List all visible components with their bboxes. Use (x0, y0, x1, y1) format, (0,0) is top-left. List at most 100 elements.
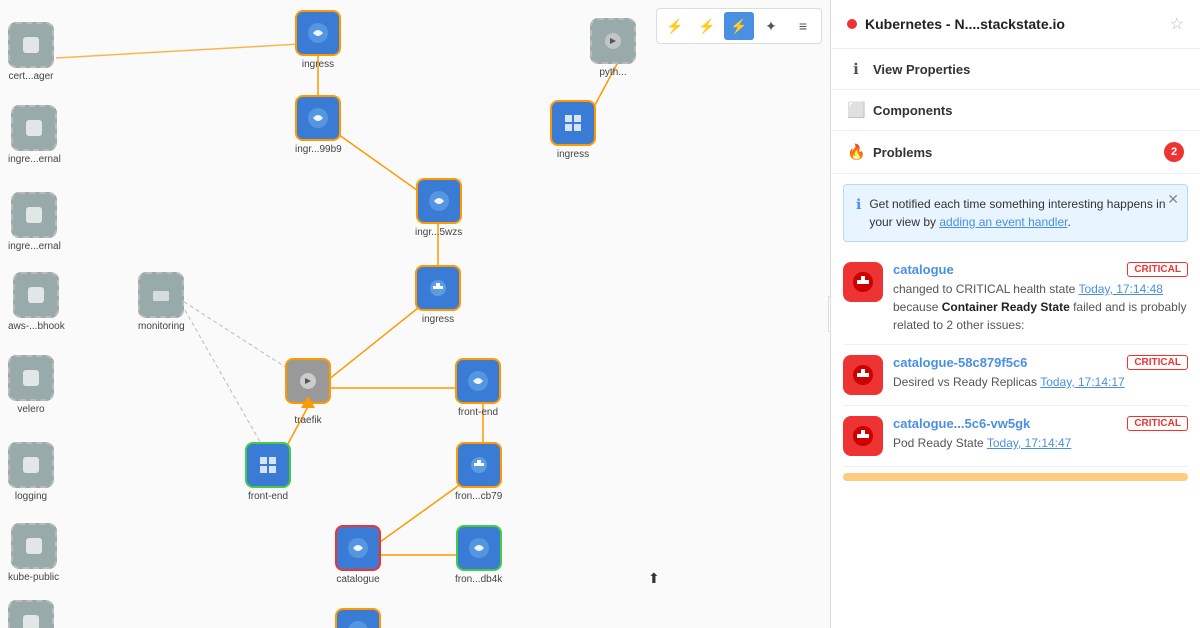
right-panel: Kubernetes - N....stackstate.io ☆ ℹ View… (830, 0, 1200, 628)
node-cata-f5c6[interactable]: cata...f5c6 (335, 608, 381, 628)
banner-text: Get notified each time something interes… (869, 195, 1175, 231)
components-label: Components (873, 103, 1184, 118)
problem-header-catalogue: catalogue CRITICAL (893, 262, 1188, 277)
node-frontend-left[interactable]: front-end (455, 358, 501, 418)
node-label-kube-public: kube-public (8, 572, 59, 583)
node-label-fron-db4k: fron...db4k (455, 574, 502, 585)
problem-content-catalogue-58c: catalogue-58c879f5c6 CRITICAL Desired vs… (893, 355, 1188, 395)
components-section[interactable]: ⬜ Components (831, 90, 1200, 131)
star-button[interactable]: ☆ (1170, 14, 1184, 34)
node-label-monitoring: monitoring (138, 321, 185, 332)
node-label-frontend-bottom-left: front-end (248, 491, 288, 502)
warning-triangle-icon (301, 396, 315, 408)
status-dot (847, 19, 857, 29)
node-label-ingress-5wzs: ingr...5wzs (415, 227, 462, 238)
problem-item-catalogue-5c6: catalogue...5c6-vw5gk CRITICAL Pod Ready… (843, 406, 1188, 467)
node-python[interactable]: pyth... (590, 18, 636, 78)
node-fron-cb79[interactable]: fron...cb79 (455, 442, 502, 502)
node-ingress-top[interactable]: ingress (295, 10, 341, 70)
node-label-logging: logging (15, 491, 47, 502)
node-cert-manager[interactable]: cert...ager (8, 22, 54, 82)
banner-close-button[interactable]: ✕ (1167, 191, 1179, 208)
problem-avatar-catalogue-58c (843, 355, 883, 395)
critical-badge-catalogue-5c6: CRITICAL (1127, 416, 1188, 431)
node-ingress-right[interactable]: ingress (550, 100, 596, 160)
node-kube-public[interactable]: kube-public (8, 523, 59, 583)
node-label-ingre-ernal1: ingre...ernal (8, 154, 61, 165)
panel-title: Kubernetes - N....stackstate.io (865, 16, 1162, 32)
node-label-ingre-ernal2: ingre...ernal (8, 241, 61, 252)
node-label-ingress-99b9: ingr...99b9 (295, 144, 342, 155)
node-aws-bhook[interactable]: aws-...bhook (8, 272, 65, 332)
info-banner: ℹ Get notified each time something inter… (843, 184, 1188, 242)
square-icon: ⬜ (847, 101, 865, 119)
banner-info-icon: ℹ (856, 196, 861, 231)
node-label-velero: velero (17, 404, 44, 415)
node-ingre-ernal2[interactable]: ingre...ernal (8, 192, 61, 252)
node-fron-db4k[interactable]: fron...db4k (455, 525, 502, 585)
problem-desc-catalogue-58c: Desired vs Ready Replicas Today, 17:14:1… (893, 373, 1188, 391)
timestamp-58c[interactable]: Today, 17:14:17 (1040, 375, 1125, 389)
cursor-indicator: ⬆ (648, 570, 660, 587)
toolbar-btn-bolt1[interactable]: ⚡ (660, 12, 690, 40)
view-properties-section[interactable]: ℹ View Properties (831, 49, 1200, 90)
node-label-python: pyth... (599, 67, 626, 78)
problem-name-catalogue-58c[interactable]: catalogue-58c879f5c6 (893, 355, 1027, 370)
node-ingre-ernal1[interactable]: ingre...ernal (8, 105, 61, 165)
node-label-ingress-top: ingress (302, 59, 334, 70)
node-traefik[interactable]: traefik (285, 358, 331, 426)
problem-avatar-catalogue-5c6 (843, 416, 883, 456)
view-properties-label: View Properties (873, 62, 1184, 77)
critical-badge-catalogue: CRITICAL (1127, 262, 1188, 277)
problem-header-catalogue-58c: catalogue-58c879f5c6 CRITICAL (893, 355, 1188, 370)
topology-canvas: cert...ager ingre...ernal ingre...ernal … (0, 0, 830, 628)
node-frontend-bottom-left[interactable]: front-end (245, 442, 291, 502)
toolbar-btn-list[interactable]: ≡ (788, 12, 818, 40)
timestamp-5c6[interactable]: Today, 17:14:47 (987, 436, 1072, 450)
desc-after-catalogue: because (893, 300, 942, 314)
node-label-frontend-left: front-end (458, 407, 498, 418)
problems-badge: 2 (1164, 142, 1184, 162)
node-label-fron-cb79: fron...cb79 (455, 491, 502, 502)
problems-section[interactable]: 🔥 Problems 2 (831, 131, 1200, 174)
critical-badge-catalogue-58c: CRITICAL (1127, 355, 1188, 370)
timestamp-catalogue[interactable]: Today, 17:14:48 (1078, 282, 1163, 296)
node-catalogue[interactable]: catalogue (335, 525, 381, 585)
panel-collapse-button[interactable]: › (828, 296, 830, 332)
toolbar: ⚡ ⚡ ⚡ ✦ ≡ (656, 8, 822, 44)
highlight-catalogue: Container Ready State (942, 300, 1070, 314)
problem-name-catalogue-5c6[interactable]: catalogue...5c6-vw5gk (893, 416, 1030, 431)
problem-item-catalogue: catalogue CRITICAL changed to CRITICAL h… (843, 252, 1188, 345)
node-ingress-mid[interactable]: ingress (415, 265, 461, 325)
toolbar-btn-bolt2[interactable]: ⚡ (692, 12, 722, 40)
desc-before-58c: Desired vs Ready Replicas (893, 375, 1040, 389)
node-logging[interactable]: logging (8, 442, 54, 502)
banner-text-after: . (1067, 215, 1070, 229)
problem-content-catalogue: catalogue CRITICAL changed to CRITICAL h… (893, 262, 1188, 334)
problem-avatar-catalogue (843, 262, 883, 302)
node-ingress-5wzs[interactable]: ingr...5wzs (415, 178, 462, 238)
problem-content-catalogue-5c6: catalogue...5c6-vw5gk CRITICAL Pod Ready… (893, 416, 1188, 456)
node-label-ingress-mid: ingress (422, 314, 454, 325)
toolbar-btn-bolt3[interactable]: ⚡ (724, 12, 754, 40)
problem-item-catalogue-58c: catalogue-58c879f5c6 CRITICAL Desired vs… (843, 345, 1188, 406)
node-label-cert-manager: cert...ager (8, 71, 53, 82)
event-handler-link[interactable]: adding an event handler (939, 215, 1067, 229)
node-velero[interactable]: velero (8, 355, 54, 415)
problems-list: catalogue CRITICAL changed to CRITICAL h… (831, 252, 1200, 628)
toolbar-btn-nodes[interactable]: ✦ (756, 12, 786, 40)
problem-name-catalogue[interactable]: catalogue (893, 262, 954, 277)
desc-before-catalogue: changed to CRITICAL health state (893, 282, 1078, 296)
node-label-catalogue: catalogue (336, 574, 379, 585)
desc-before-5c6: Pod Ready State (893, 436, 987, 450)
node-monitoring[interactable]: monitoring (138, 272, 185, 332)
node-label-traefik: traefik (294, 415, 321, 426)
node-label-aws-bhook: aws-...bhook (8, 321, 65, 332)
node-default[interactable]: default (8, 600, 54, 628)
panel-header: Kubernetes - N....stackstate.io ☆ (831, 0, 1200, 49)
node-ingress-99b9[interactable]: ingr...99b9 (295, 95, 342, 155)
problem-desc-catalogue-5c6: Pod Ready State Today, 17:14:47 (893, 434, 1188, 452)
info-icon: ℹ (847, 60, 865, 78)
flame-icon: 🔥 (847, 143, 865, 161)
problem-desc-catalogue: changed to CRITICAL health state Today, … (893, 280, 1188, 334)
